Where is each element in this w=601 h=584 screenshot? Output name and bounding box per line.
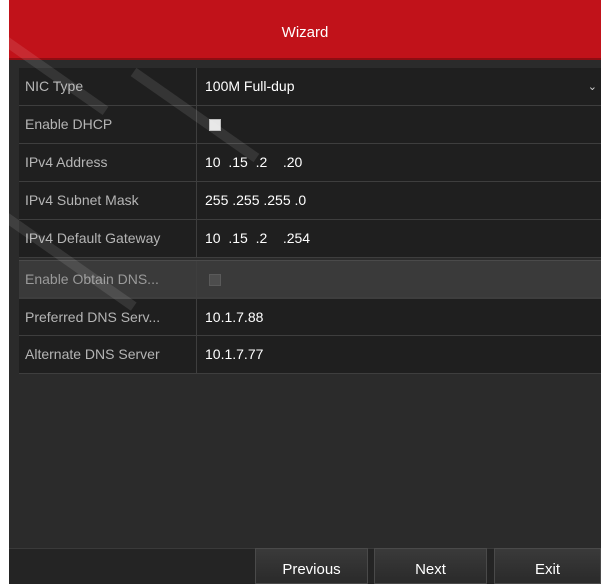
- nic-type-select[interactable]: 100M Full-dup: [205, 68, 601, 105]
- preferred-dns-row: Preferred DNS Serv... 10.1.7.88: [19, 298, 601, 336]
- alternate-dns-label: Alternate DNS Server: [19, 336, 197, 373]
- enable-obtain-dns-checkbox[interactable]: [209, 274, 221, 286]
- ipv4-subnet-mask-field[interactable]: 255 .255 .255 .0: [205, 182, 601, 219]
- dialog-title: Wizard: [281, 23, 329, 41]
- previous-button[interactable]: Previous: [255, 548, 368, 584]
- wizard-dialog: Wizard NIC Type 100M Full-dup ⌄ Enable D…: [9, 0, 601, 584]
- ipv4-address-field[interactable]: 10 .15 .2 .20: [205, 144, 601, 181]
- enable-dhcp-checkbox[interactable]: [209, 119, 221, 131]
- enable-obtain-dns-label: Enable Obtain DNS...: [19, 261, 197, 297]
- nic-type-label: NIC Type: [19, 68, 197, 105]
- enable-dhcp-row: Enable DHCP: [19, 106, 601, 144]
- ipv4-address-label: IPv4 Address: [19, 144, 197, 181]
- enable-dhcp-label: Enable DHCP: [19, 106, 197, 143]
- ipv4-subnet-mask-row: IPv4 Subnet Mask 255 .255 .255 .0: [19, 182, 601, 220]
- ipv4-default-gateway-label: IPv4 Default Gateway: [19, 220, 197, 257]
- alternate-dns-field[interactable]: 10.1.7.77: [205, 336, 601, 373]
- chevron-down-icon[interactable]: ⌄: [588, 80, 597, 93]
- nic-type-row: NIC Type 100M Full-dup ⌄: [19, 68, 601, 106]
- exit-button[interactable]: Exit: [494, 548, 601, 584]
- enable-obtain-dns-row: Enable Obtain DNS...: [19, 260, 601, 298]
- alternate-dns-row: Alternate DNS Server 10.1.7.77: [19, 336, 601, 374]
- next-button[interactable]: Next: [374, 548, 487, 584]
- dialog-title-bar[interactable]: Wizard: [9, 0, 601, 60]
- preferred-dns-label: Preferred DNS Serv...: [19, 299, 197, 335]
- ipv4-default-gateway-field[interactable]: 10 .15 .2 .254: [205, 220, 601, 257]
- ipv4-subnet-mask-label: IPv4 Subnet Mask: [19, 182, 197, 219]
- ipv4-default-gateway-row: IPv4 Default Gateway 10 .15 .2 .254: [19, 220, 601, 258]
- preferred-dns-field[interactable]: 10.1.7.88: [205, 299, 601, 335]
- ipv4-address-row: IPv4 Address 10 .15 .2 .20: [19, 144, 601, 182]
